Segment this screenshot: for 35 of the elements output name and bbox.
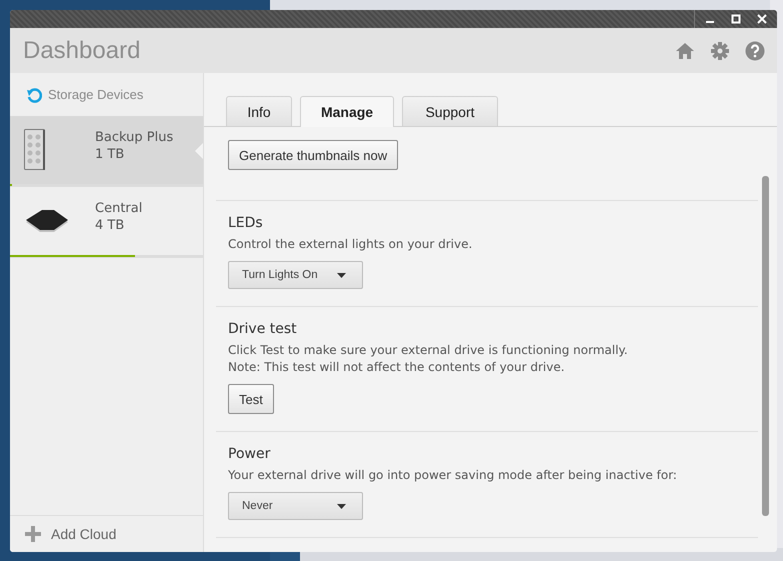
window-title: Dashboard <box>23 36 140 64</box>
action-button[interactable]: Generate thumbnails now <box>228 140 398 170</box>
tab[interactable]: Manage <box>300 96 394 127</box>
caret-icon <box>337 504 346 508</box>
drive-icon <box>24 208 70 234</box>
device-capacity: 4 TB <box>95 218 126 233</box>
section-description: Click Test to make sure your external drive is functioning normally. <box>228 342 628 359</box>
device-capacity: 1 TB <box>95 147 126 162</box>
device-item[interactable]: Backup Plus 1 TB <box>10 116 203 187</box>
home-icon[interactable] <box>675 42 695 60</box>
dropdown[interactable]: Never <box>228 492 363 520</box>
help-icon[interactable] <box>745 40 765 60</box>
refresh-icon[interactable] <box>26 86 42 102</box>
caret-icon <box>337 272 346 278</box>
tab[interactable]: Support <box>402 96 498 126</box>
section-title: Storage Devices <box>48 87 144 102</box>
tab[interactable]: Info <box>226 96 292 126</box>
section-description: Note: This test will not affect the contents of your drive. <box>228 359 565 376</box>
section-heading: LEDs <box>228 215 263 231</box>
plus-icon <box>25 526 41 542</box>
device-name: Central <box>95 201 142 216</box>
section-description: Control the external lights on your drive. <box>228 236 472 253</box>
section-description: Your external drive will go into power saving mode after being inactive for: <box>228 467 677 484</box>
device-name: Backup Plus <box>95 130 174 145</box>
maximize-icon[interactable] <box>731 14 741 24</box>
device-item[interactable]: Central 4 TB <box>10 187 203 258</box>
drive-icon <box>24 129 46 171</box>
section-heading: Power <box>228 446 270 462</box>
scrollbar[interactable] <box>762 176 769 516</box>
close-icon[interactable] <box>757 14 767 24</box>
action-button[interactable]: Test <box>228 384 274 414</box>
settings-icon[interactable] <box>710 40 730 60</box>
add-cloud-button[interactable]: Add Cloud <box>10 515 203 552</box>
section-heading: Drive test <box>228 321 297 337</box>
dropdown[interactable]: Turn Lights On <box>228 261 363 289</box>
